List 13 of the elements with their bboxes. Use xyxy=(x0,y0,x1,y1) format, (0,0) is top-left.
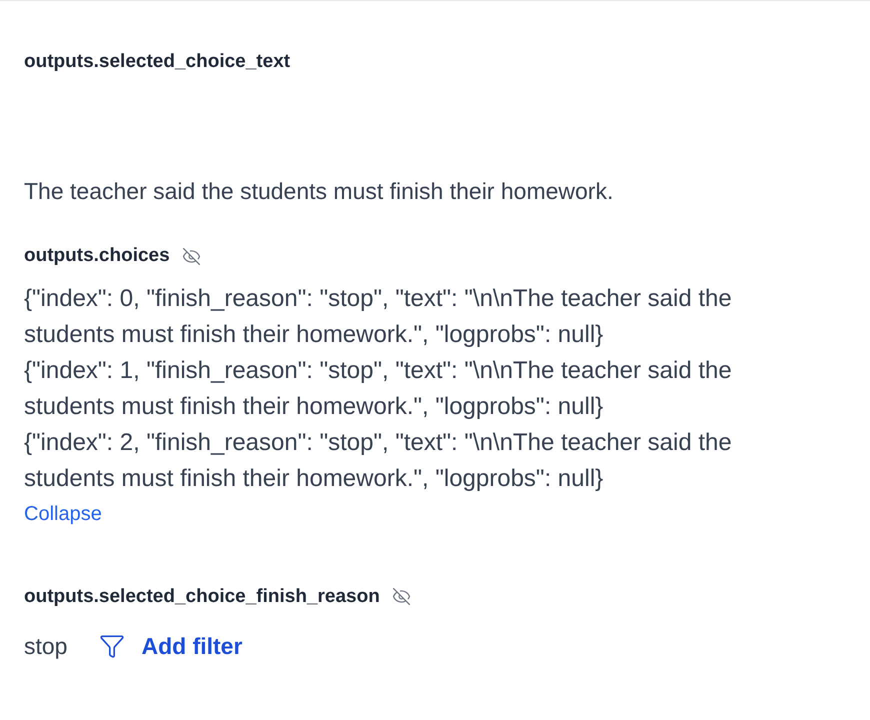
field-value: stop xyxy=(24,632,68,661)
choice-json: {"index": 1, "finish_reason": "stop", "text": "\n\nThe teacher said the students must finish their homework.", "logprobs": null} xyxy=(24,356,733,422)
field-label: outputs.choices xyxy=(24,244,170,268)
filter-icon xyxy=(99,633,126,660)
choice-json: {"index": 0, "finish_reason": "stop", "text": "\n\nThe teacher said the students must finish their homework.", "logprobs": null} xyxy=(24,284,733,350)
field-label: outputs.selected_choice_finish_reason xyxy=(24,584,380,608)
eye-off-icon[interactable] xyxy=(392,587,411,606)
field-label: outputs.selected_choice_text xyxy=(24,50,290,74)
add-filter-button[interactable]: Add filter xyxy=(99,629,242,664)
choice-json: {"index": 2, "finish_reason": "stop", "text": "\n\nThe teacher said the students must finish their homework.", "logprobs": null} xyxy=(24,428,733,494)
eye-off-icon[interactable] xyxy=(182,246,201,266)
field-value: The teacher said the students must finish their homework. xyxy=(24,176,614,206)
collapse-link[interactable]: Collapse xyxy=(24,498,102,528)
